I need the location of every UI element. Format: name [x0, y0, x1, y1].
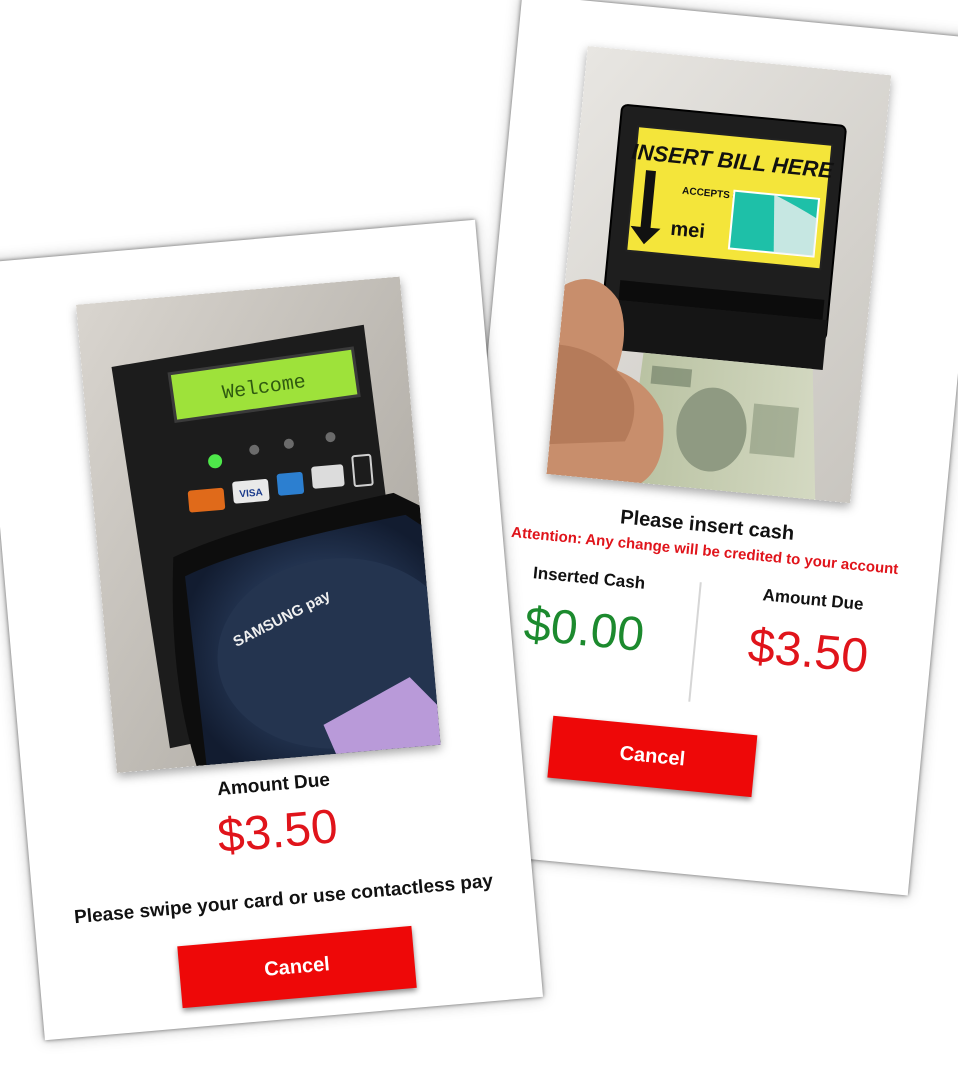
amex-logo	[276, 471, 305, 496]
amount-due-label: Amount Due	[761, 585, 865, 614]
amount-due-column: Amount Due $3.50	[694, 579, 926, 689]
card-reader-photo: Welcome VISA SAMSUNG pay	[75, 276, 441, 774]
card-payment-screen: Welcome VISA SAMSUNG pay Amount Due $3.5…	[0, 219, 544, 1041]
svg-text:VISA: VISA	[239, 487, 263, 500]
amount-due-value: $3.50	[745, 619, 871, 684]
card-instruction-text: Please swipe your card or use contactles…	[73, 870, 494, 929]
bill-acceptor-photo: INSERT BILL HERE ACCEPTS $1,$5 &$10 mei	[546, 45, 892, 504]
card-cancel-button[interactable]: Cancel	[177, 925, 417, 1009]
discover-logo	[311, 464, 345, 489]
mei-brand-text: mei	[669, 218, 705, 243]
cash-cancel-button[interactable]: Cancel	[547, 715, 758, 798]
inserted-cash-label: Inserted Cash	[532, 563, 647, 593]
payment-screens-stage: INSERT BILL HERE ACCEPTS $1,$5 &$10 mei	[0, 0, 958, 1080]
mastercard-logo	[187, 487, 226, 513]
